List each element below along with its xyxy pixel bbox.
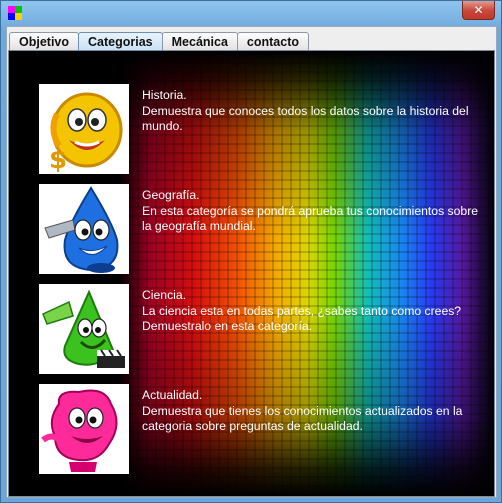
category-title: Historia. bbox=[142, 88, 187, 102]
content-area: Objetivo Categorias Mecánica contacto $ … bbox=[6, 26, 497, 498]
tab-contacto[interactable]: contacto bbox=[236, 32, 309, 51]
category-description: En esta categoría se pondrá aprueba tus … bbox=[142, 203, 479, 234]
category-row-geografia[interactable]: Geografía. En esta categoría se pondrá a… bbox=[39, 184, 479, 276]
categories-panel: $ Historia. Demuestra que conoces todos … bbox=[8, 50, 495, 497]
drop-mascot-icon bbox=[44, 186, 119, 273]
tab-objetivo[interactable]: Objetivo bbox=[9, 32, 80, 51]
historia-mascot-image: $ bbox=[39, 84, 129, 174]
category-row-ciencia[interactable]: Ciencia. La ciencia esta en todas partes… bbox=[39, 284, 479, 376]
category-row-historia[interactable]: $ Historia. Demuestra que conoces todos … bbox=[39, 84, 479, 176]
green-mascot-icon bbox=[42, 289, 125, 368]
application-window: ✕ Objetivo Categorias Mecánica contacto bbox=[0, 0, 502, 503]
app-icon bbox=[8, 6, 22, 20]
close-icon: ✕ bbox=[473, 3, 484, 17]
category-title: Ciencia. bbox=[142, 288, 187, 302]
geografia-text: Geografía. En esta categoría se pondrá a… bbox=[142, 188, 482, 235]
category-title: Geografía. bbox=[142, 188, 200, 202]
ciencia-text: Ciencia. La ciencia esta en todas partes… bbox=[142, 288, 482, 335]
historia-text: Historia. Demuestra que conoces todos lo… bbox=[142, 88, 482, 135]
dollar-mascot-icon: $ bbox=[49, 92, 123, 174]
title-bar[interactable]: ✕ bbox=[1, 1, 501, 26]
category-description: Demuestra que conoces todos los datos so… bbox=[142, 103, 469, 134]
category-row-actualidad[interactable]: Actualidad. Demuestra que tienes los con… bbox=[39, 384, 479, 476]
actualidad-text: Actualidad. Demuestra que tienes los con… bbox=[142, 388, 482, 435]
geografia-mascot-image bbox=[39, 184, 129, 274]
category-title: Actualidad. bbox=[142, 388, 203, 402]
ciencia-mascot-image bbox=[39, 284, 129, 374]
actualidad-mascot-image bbox=[39, 384, 129, 474]
category-description: Demuestra que tienes los conocimientos a… bbox=[142, 403, 463, 434]
pink-mascot-icon bbox=[41, 389, 118, 472]
category-description: La ciencia esta en todas partes, ¿sabes … bbox=[142, 303, 462, 334]
tab-mecanica[interactable]: Mecánica bbox=[161, 32, 238, 51]
tab-bar: Objetivo Categorias Mecánica contacto bbox=[7, 31, 309, 51]
close-button[interactable]: ✕ bbox=[462, 1, 495, 20]
tab-categorias[interactable]: Categorias bbox=[78, 32, 163, 51]
svg-text:$: $ bbox=[49, 145, 67, 174]
